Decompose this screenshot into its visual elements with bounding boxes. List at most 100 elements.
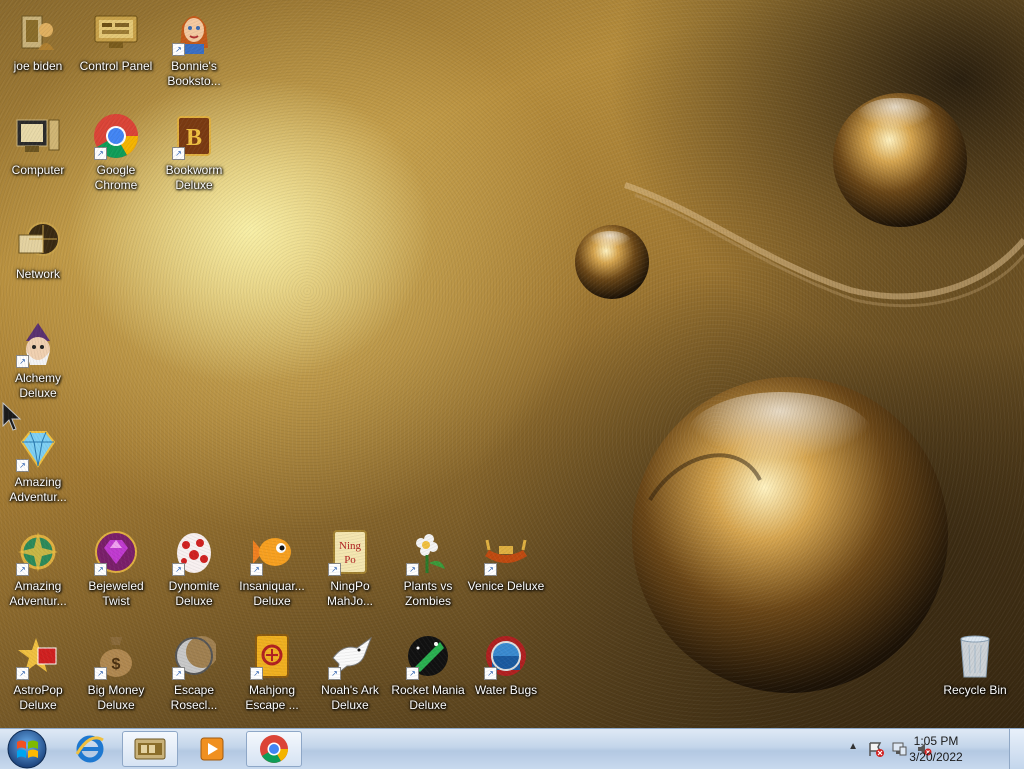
media-player-icon [200, 737, 224, 761]
desktop-icon-recycle-bin[interactable]: Recycle Bin [937, 628, 1013, 728]
desktop-icon-label: NingPo MahJo... [326, 579, 374, 608]
shortcut-arrow-icon: ↗ [172, 667, 185, 680]
start-button[interactable] [0, 727, 56, 771]
desktop-icon-mahjong-escape[interactable]: ↗ Mahjong Escape ... [234, 628, 310, 728]
money-bag-icon: $ ↗ [92, 632, 140, 680]
desktop-icon-plants-vs-zombies[interactable]: ↗ Plants vs Zombies [390, 524, 466, 624]
action-center-flag-icon[interactable] [868, 741, 884, 757]
desktop-icon-label: Alchemy Deluxe [14, 371, 61, 400]
gondola-icon: ↗ [482, 528, 530, 576]
desktop-icon-label: Rocket Mania Deluxe [391, 683, 465, 712]
desktop-icon-astropop-deluxe[interactable]: ↗ AstroPop Deluxe [0, 628, 76, 728]
desktop-icon-joe-biden[interactable]: joe biden [0, 4, 76, 104]
dove-icon: ↗ [326, 632, 374, 680]
desktop-icon-venice-deluxe[interactable]: ↗ Venice Deluxe [468, 524, 544, 624]
shortcut-arrow-icon: ↗ [484, 667, 497, 680]
desktop-icon-bonnies-bookstore[interactable]: ↗ Bonnie's Booksto... [156, 4, 232, 104]
desktop-icon-alchemy-deluxe[interactable]: ↗ Alchemy Deluxe [0, 316, 76, 416]
recycle-bin-icon [951, 632, 999, 680]
shortcut-arrow-icon: ↗ [16, 667, 29, 680]
bonnie-character-icon: ↗ [170, 8, 218, 56]
desktop-icon-ningpo-mahjong[interactable]: Ning Po ↗ NingPo MahJo... [312, 524, 388, 624]
desktop-icon-label: joe biden [13, 59, 63, 73]
desktop-icon-label: Network [15, 267, 60, 281]
desktop-icon-network[interactable]: Network [0, 212, 76, 312]
shortcut-arrow-icon: ↗ [484, 563, 497, 576]
windows-logo-icon [7, 729, 47, 769]
shortcut-arrow-icon: ↗ [172, 43, 185, 56]
desktop-icon-label: Amazing Adventur... [9, 579, 67, 608]
bejeweled-gem-icon: ↗ [92, 528, 140, 576]
chrome-icon [260, 735, 288, 763]
taskbar-google-chrome[interactable] [246, 731, 302, 767]
desktop-icon-label: Water Bugs [474, 683, 538, 697]
compass-globe-icon: ↗ [14, 528, 62, 576]
desktop-icon-label: Bookworm Deluxe [165, 163, 223, 192]
show-desktop-button[interactable] [1009, 729, 1024, 769]
desktop: joe biden Control Panel ↗ Bonnie's Books… [0, 0, 1024, 728]
desktop-icon-label: Plants vs Zombies [403, 579, 453, 608]
desktop-icon-label: Escape Rosecl... [170, 683, 218, 712]
shortcut-arrow-icon: ↗ [406, 563, 419, 576]
mahjong-tile-icon: Ning Po ↗ [326, 528, 374, 576]
user-folder-icon [14, 8, 62, 56]
shortcut-arrow-icon: ↗ [328, 563, 341, 576]
desktop-icon-big-money-deluxe[interactable]: $ ↗ Big Money Deluxe [78, 628, 154, 728]
desktop-icon-label: Big Money Deluxe [87, 683, 145, 712]
mahjong-escape-tile-icon: ↗ [248, 632, 296, 680]
shortcut-arrow-icon: ↗ [16, 459, 29, 472]
svg-text:Po: Po [344, 554, 356, 566]
desktop-icon-label: Amazing Adventur... [9, 475, 67, 504]
bookworm-book-icon: B ↗ [170, 112, 218, 160]
shortcut-arrow-icon: ↗ [172, 563, 185, 576]
taskbar-file-explorer[interactable] [122, 731, 178, 767]
desktop-icon-dynomite-deluxe[interactable]: ↗ Dynomite Deluxe [156, 524, 232, 624]
desktop-icon-escape-rosecliff[interactable]: ↗ Escape Rosecl... [156, 628, 232, 728]
desktop-icon-label: Dynomite Deluxe [168, 579, 220, 608]
taskbar: ▲ 1:05 PM 3/20/2022 [0, 728, 1024, 769]
flower-icon: ↗ [404, 528, 452, 576]
shortcut-arrow-icon: ↗ [94, 563, 107, 576]
desktop-icon-label: Computer [11, 163, 65, 177]
desktop-icon-rocket-mania-deluxe[interactable]: ↗ Rocket Mania Deluxe [390, 628, 466, 728]
shortcut-arrow-icon: ↗ [94, 667, 107, 680]
desktop-icon-insaniquarium[interactable]: ↗ Insaniquar... Deluxe [234, 524, 310, 624]
shortcut-arrow-icon: ↗ [172, 147, 185, 160]
control-panel-icon [92, 8, 140, 56]
desktop-icon-label: Insaniquar... Deluxe [239, 579, 305, 608]
crescent-moon-icon: ↗ [170, 632, 218, 680]
mouse-pointer-icon [2, 402, 22, 431]
desktop-icon-google-chrome[interactable]: ↗ Google Chrome [78, 108, 154, 208]
desktop-icon-amazing-adventures-2[interactable]: ↗ Amazing Adventur... [0, 524, 76, 624]
rocket-mania-icon: ↗ [404, 632, 452, 680]
desktop-icon-label: Bejeweled Twist [88, 579, 144, 608]
desktop-icon-amazing-adventures-1[interactable]: ↗ Amazing Adventur... [0, 420, 76, 520]
clock-time: 1:05 PM [913, 734, 959, 748]
desktop-icon-bookworm-deluxe[interactable]: B ↗ Bookworm Deluxe [156, 108, 232, 208]
desktop-icon-label: Venice Deluxe [467, 579, 545, 593]
shortcut-arrow-icon: ↗ [406, 667, 419, 680]
clock-date: 3/20/2022 [909, 750, 963, 764]
alchemy-wizard-icon: ↗ [14, 320, 62, 368]
shortcut-arrow-icon: ↗ [16, 563, 29, 576]
internet-explorer-icon [75, 735, 104, 763]
clock[interactable]: 1:05 PM 3/20/2022 [896, 733, 976, 765]
desktop-icon-noahs-ark-deluxe[interactable]: ↗ Noah's Ark Deluxe [312, 628, 388, 728]
desktop-icon-control-panel[interactable]: Control Panel [78, 4, 154, 104]
svg-text:Ning: Ning [339, 540, 362, 552]
network-icon [14, 216, 62, 264]
desktop-icon-bejeweled-twist[interactable]: ↗ Bejeweled Twist [78, 524, 154, 624]
desktop-icon-label: Mahjong Escape ... [245, 683, 299, 712]
desktop-icon-label: Google Chrome [94, 163, 138, 192]
shortcut-arrow-icon: ↗ [250, 667, 263, 680]
porthole-icon: ↗ [482, 632, 530, 680]
desktop-icon-water-bugs[interactable]: ↗ Water Bugs [468, 628, 544, 728]
show-hidden-icons-button[interactable]: ▲ [848, 741, 858, 752]
taskbar-media-player[interactable] [184, 731, 240, 767]
desktop-icon-label: Bonnie's Booksto... [167, 59, 221, 88]
taskbar-internet-explorer[interactable] [62, 731, 118, 767]
desktop-icon-computer[interactable]: Computer [0, 108, 76, 208]
shortcut-arrow-icon: ↗ [94, 147, 107, 160]
astropop-star-icon: ↗ [14, 632, 62, 680]
desktop-icon-label: Noah's Ark Deluxe [321, 683, 379, 712]
